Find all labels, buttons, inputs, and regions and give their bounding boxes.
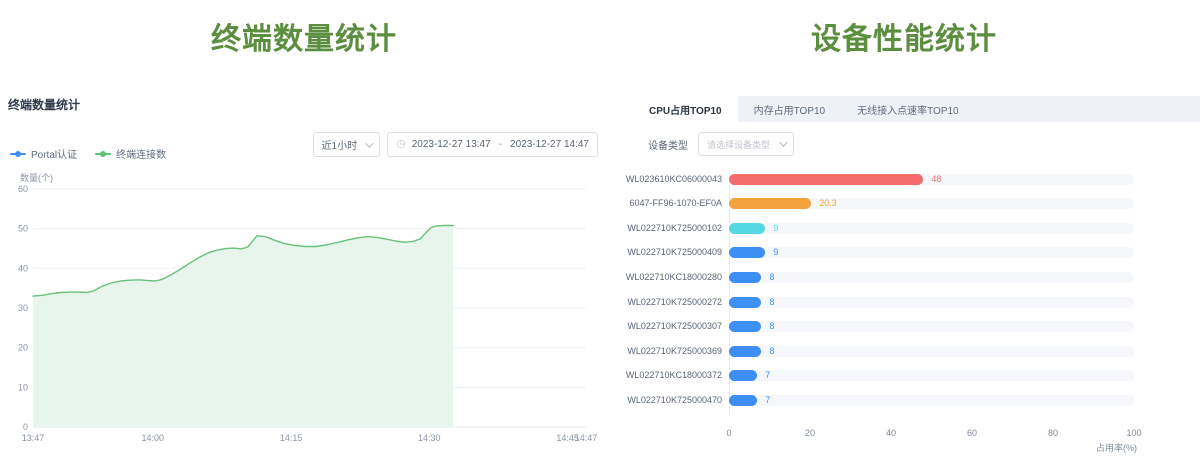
svg-text:0: 0 bbox=[23, 422, 28, 432]
left-page-title: 终端数量统计 bbox=[0, 14, 608, 58]
bar-category-label: 6047-FF96-1070-EF0A bbox=[608, 198, 722, 209]
bar-value-label: 20.3 bbox=[819, 198, 837, 209]
bar bbox=[729, 297, 761, 308]
svg-text:20: 20 bbox=[18, 343, 28, 353]
bar bbox=[729, 223, 765, 234]
svg-text:14:47: 14:47 bbox=[575, 433, 598, 443]
device-performance-panel: 设备性能统计 CPU占用TOP10内存占用TOP10无线接入点速率TOP10 设… bbox=[608, 0, 1200, 456]
bar bbox=[729, 272, 761, 283]
cpu-top10-bar-chart: 占用率(%) WL023610KC06000043 48 6047-FF96-107… bbox=[608, 0, 1200, 456]
bar-track bbox=[729, 321, 1134, 332]
bar-value-label: 8 bbox=[769, 346, 774, 357]
date-separator: - bbox=[497, 139, 504, 150]
bar-value-label: 9 bbox=[773, 247, 778, 258]
legend-marker-icon bbox=[95, 153, 111, 155]
chart-legend: Portal认证 终端连接数 bbox=[10, 146, 166, 161]
bar-value-label: 8 bbox=[769, 297, 774, 308]
bar bbox=[729, 321, 761, 332]
bar-value-label: 48 bbox=[931, 174, 941, 185]
bar bbox=[729, 174, 923, 185]
bar bbox=[729, 346, 761, 357]
terminal-count-panel: 终端数量统计 终端数量统计 近1小时 ◷ 2023-12-27 13:47 - … bbox=[0, 0, 608, 456]
time-range-select[interactable]: 近1小时 bbox=[313, 132, 381, 157]
bar-track bbox=[729, 247, 1134, 258]
time-controls: 近1小时 ◷ 2023-12-27 13:47 - 2023-12-27 14:… bbox=[313, 132, 598, 157]
legend-item-0[interactable]: Portal认证 bbox=[10, 146, 77, 161]
bar-value-label: 7 bbox=[765, 370, 770, 381]
x-axis-tick: 100 bbox=[1119, 428, 1149, 438]
bar-value-label: 7 bbox=[765, 395, 770, 406]
bar-category-label: WL022710K725000369 bbox=[608, 346, 722, 357]
x-axis-tick: 80 bbox=[1038, 428, 1068, 438]
bar-value-label: 9 bbox=[773, 223, 778, 234]
bar-category-label: WL023610KC06000043 bbox=[608, 174, 722, 185]
svg-text:50: 50 bbox=[18, 224, 28, 234]
x-axis-tick: 40 bbox=[876, 428, 906, 438]
date-start-value: 2023-12-27 13:47 bbox=[412, 139, 491, 150]
terminal-count-line-chart: 010203040506013:4714:0014:1514:3014:4514… bbox=[0, 170, 608, 454]
x-axis-tick: 0 bbox=[714, 428, 744, 438]
bar bbox=[729, 247, 765, 258]
bar-category-label: WL022710K725000102 bbox=[608, 223, 722, 234]
svg-text:14:30: 14:30 bbox=[418, 433, 441, 443]
terminal-count-card-title: 终端数量统计 bbox=[8, 96, 80, 113]
svg-text:10: 10 bbox=[18, 382, 28, 392]
bar-value-label: 8 bbox=[769, 321, 774, 332]
time-range-value: 近1小时 bbox=[322, 137, 358, 152]
bar-chart-x-axis-label: 占用率(%) bbox=[1096, 441, 1137, 454]
x-axis-tick: 20 bbox=[795, 428, 825, 438]
bar-track bbox=[729, 395, 1134, 406]
bar-value-label: 8 bbox=[769, 272, 774, 283]
date-end-value: 2023-12-27 14:47 bbox=[510, 139, 589, 150]
x-axis-tick: 60 bbox=[957, 428, 987, 438]
bar bbox=[729, 370, 757, 381]
bar-category-label: WL022710K725000272 bbox=[608, 297, 722, 308]
bar-category-label: WL022710K725000307 bbox=[608, 321, 722, 332]
svg-text:14:00: 14:00 bbox=[142, 433, 165, 443]
bar-track bbox=[729, 346, 1134, 357]
bar-track bbox=[729, 370, 1134, 381]
svg-text:13:47: 13:47 bbox=[22, 433, 45, 443]
svg-text:60: 60 bbox=[18, 184, 28, 194]
bar bbox=[729, 395, 757, 406]
clock-icon: ◷ bbox=[396, 139, 406, 150]
legend-label: 终端连接数 bbox=[116, 146, 166, 161]
svg-text:14:15: 14:15 bbox=[280, 433, 303, 443]
chevron-down-icon bbox=[365, 139, 373, 147]
bar-track bbox=[729, 272, 1134, 283]
bar-category-label: WL022710K725000409 bbox=[608, 247, 722, 258]
bar-category-label: WL022710K725000470 bbox=[608, 395, 722, 406]
svg-text:40: 40 bbox=[18, 263, 28, 273]
svg-text:30: 30 bbox=[18, 303, 28, 313]
legend-item-1[interactable]: 终端连接数 bbox=[95, 146, 166, 161]
bar-track bbox=[729, 297, 1134, 308]
date-range-input[interactable]: ◷ 2023-12-27 13:47 - 2023-12-27 14:47 bbox=[387, 132, 598, 157]
bar bbox=[729, 198, 811, 209]
bar-category-label: WL022710KC18000280 bbox=[608, 272, 722, 283]
legend-label: Portal认证 bbox=[31, 146, 77, 161]
bar-track bbox=[729, 223, 1134, 234]
legend-marker-icon bbox=[10, 153, 26, 155]
bar-category-label: WL022710KC18000372 bbox=[608, 370, 722, 381]
